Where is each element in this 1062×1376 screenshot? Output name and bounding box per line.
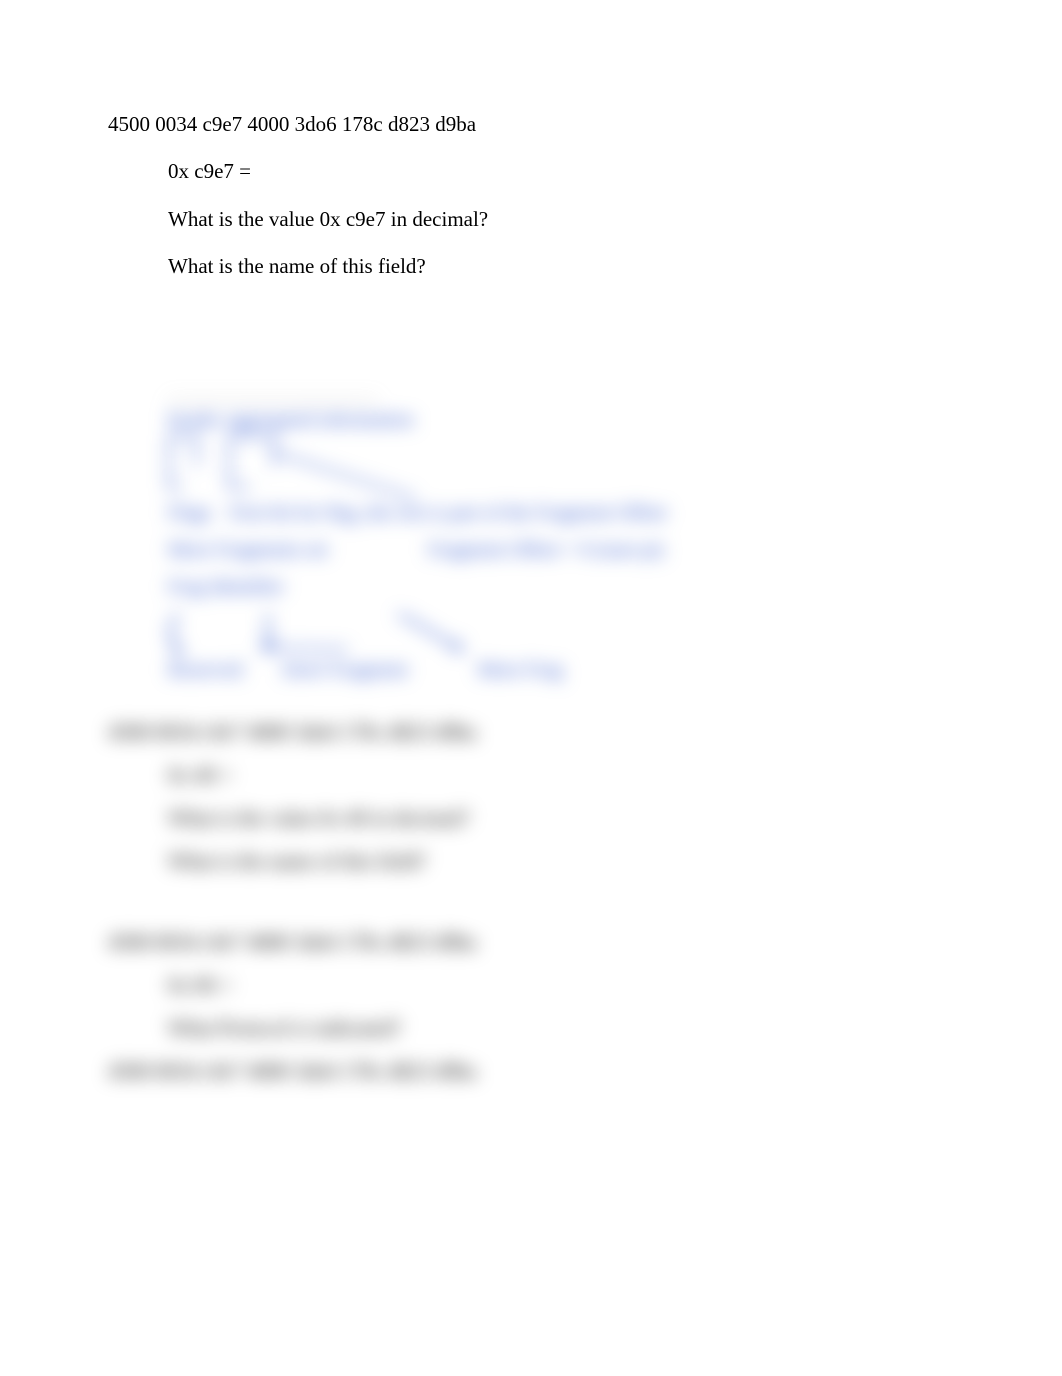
s2-hex-header: 4500 0034 c9e7 4000 3do6 178c d823 d9ba: [108, 720, 958, 745]
diagram-row-3: Frag Identifier: [108, 576, 958, 599]
diagram-arrows: [158, 609, 708, 659]
arrow-svg: [158, 609, 708, 659]
label-flags: Flags: [168, 502, 211, 525]
s2-q1: What is the value 0x 40 in decimal?: [168, 806, 958, 831]
label-reserved: Reserved: [168, 659, 242, 682]
blurred-section-3: 4500 0034 c9e7 4000 3do6 178c d823 d9ba …: [108, 930, 958, 1102]
label-frag-offset: Fragment Offset = 0 (start pt): [428, 539, 664, 561]
diagram-row-2: More Fragments set Fragment Offset = 0 (…: [108, 539, 958, 562]
blurred-section-2: 4500 0034 c9e7 4000 3do6 178c d823 d9ba …: [108, 720, 958, 892]
hex-header-line: 4500 0034 c9e7 4000 3do6 178c d823 d9ba: [108, 110, 958, 139]
label-more-frag-2: More Frag: [478, 659, 563, 682]
blurred-diagram: header aggregated information Flags Firs…: [108, 400, 958, 682]
diagram-top-rule: [168, 400, 378, 401]
diagram-label-row: Flags First bit for flag, the rest is pa…: [108, 502, 958, 525]
section-1-body: 0x c9e7 = What is the value 0x c9e7 in d…: [108, 157, 958, 281]
diagram-header: header aggregated information: [108, 409, 958, 432]
question-1: What is the value 0x c9e7 in decimal?: [168, 205, 958, 234]
s3-hex-header: 4500 0034 c9e7 4000 3do6 178c d823 d9ba: [108, 930, 958, 955]
s3-q1: What Protocol is indicated?: [168, 1016, 958, 1041]
diagram-bottom-labels: Reserved Don't Fragment More Frag: [108, 659, 958, 682]
s3-hex-pick: 0x 06 =: [168, 973, 958, 998]
s2-q2: What is the name of this field?: [168, 849, 958, 874]
question-2: What is the name of this field?: [168, 252, 958, 281]
label-more-frag: More Fragments set: [168, 539, 328, 561]
label-rest: First bit for flag, the rest is part of …: [229, 502, 666, 525]
label-frag-ident: Frag Identifier: [168, 576, 284, 598]
s2-hex-pick: 0x 40 =: [168, 763, 958, 788]
s3-hex-header-2: 4500 0034 c9e7 4000 3do6 178c d823 d9ba: [108, 1059, 958, 1084]
label-dont-fragment: Don't Fragment: [282, 659, 407, 682]
diagram-brackets: [168, 436, 718, 496]
section-1: 4500 0034 c9e7 4000 3do6 178c d823 d9ba …: [108, 110, 958, 300]
hex-pick-line: 0x c9e7 =: [168, 157, 958, 186]
